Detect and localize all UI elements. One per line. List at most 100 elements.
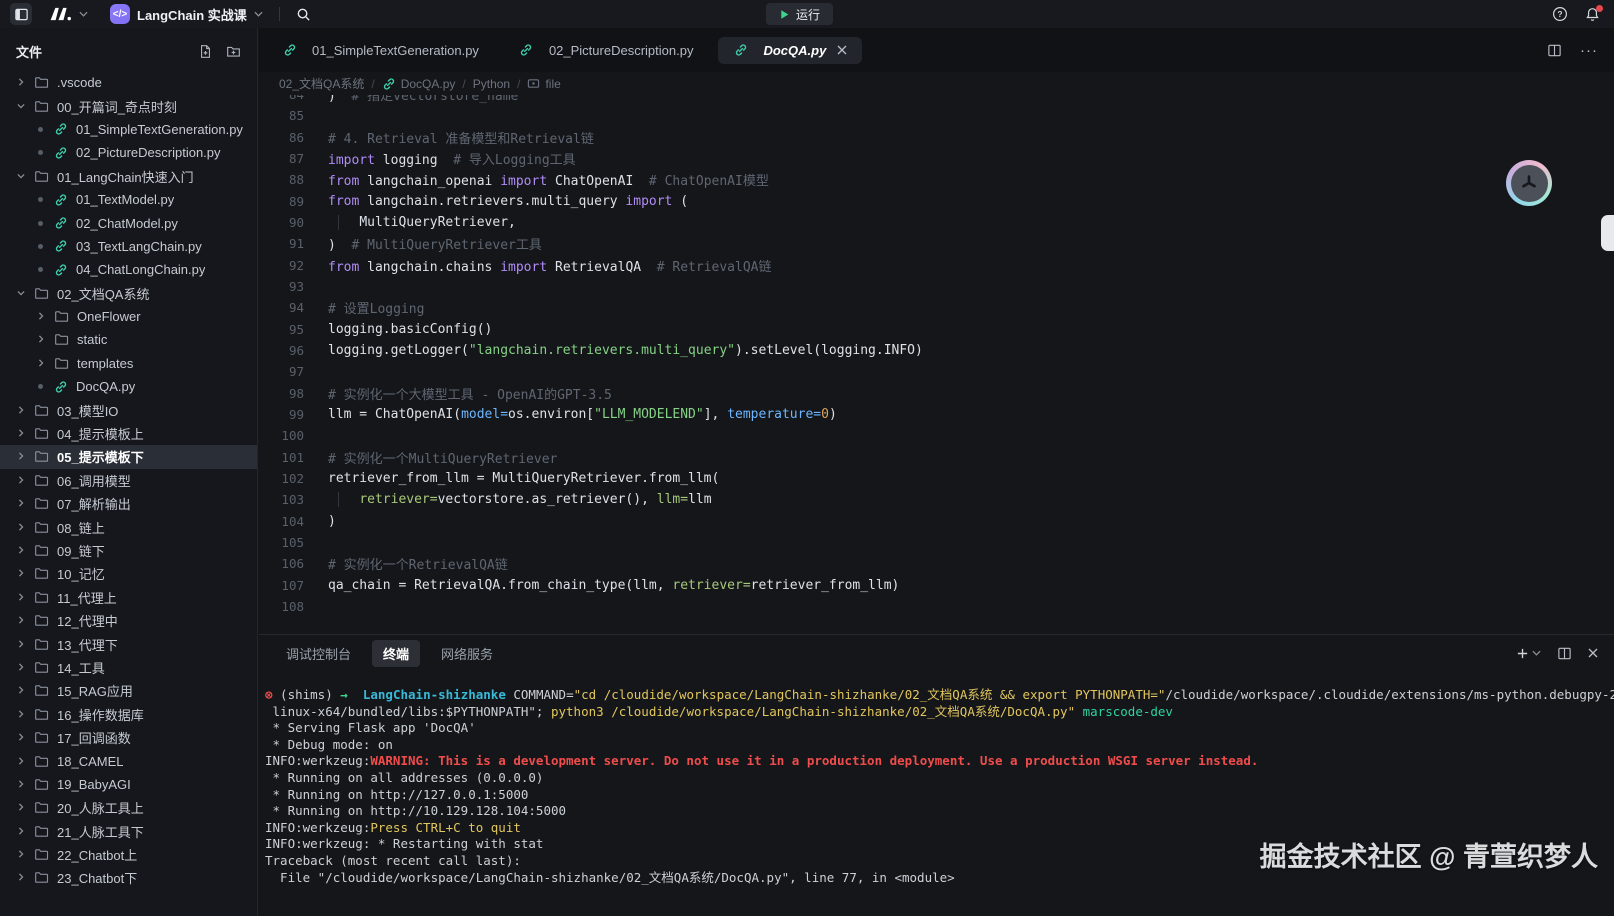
- chevron-right-icon[interactable]: [16, 405, 27, 416]
- new-folder-icon[interactable]: [226, 44, 241, 59]
- editor-scrollbar-handle[interactable]: [1601, 215, 1614, 251]
- chevron-right-icon[interactable]: [16, 522, 27, 533]
- chevron-right-icon[interactable]: [16, 475, 27, 486]
- tree-item[interactable]: 10_记忆: [0, 562, 257, 585]
- tree-item[interactable]: 00_开篇词_奇点时刻: [0, 94, 257, 117]
- tree-item[interactable]: 12_代理中: [0, 609, 257, 632]
- new-file-icon[interactable]: [198, 44, 213, 59]
- marscode-logo[interactable]: [48, 6, 88, 22]
- tree-item[interactable]: 09_链下: [0, 539, 257, 562]
- chevron-down-icon[interactable]: [16, 171, 27, 182]
- chevron-right-icon[interactable]: [16, 615, 27, 626]
- breadcrumb-item[interactable]: file: [527, 77, 560, 91]
- chevron-right-icon[interactable]: [16, 732, 27, 743]
- chevron-right-icon[interactable]: [16, 545, 27, 556]
- chevron-right-icon[interactable]: [16, 428, 27, 439]
- chevron-right-icon[interactable]: [16, 756, 27, 767]
- tree-item-label: 22_Chatbot上: [57, 845, 137, 864]
- tree-item[interactable]: OneFlower: [0, 305, 257, 328]
- breadcrumb-item[interactable]: 02_文档QA系统: [279, 75, 364, 92]
- tree-item[interactable]: 13_代理下: [0, 632, 257, 655]
- chevron-right-icon[interactable]: [16, 826, 27, 837]
- code-line: 105: [259, 532, 1614, 553]
- tree-item[interactable]: 02_ChatModel.py: [0, 211, 257, 234]
- tree-item[interactable]: 16_操作数据库: [0, 703, 257, 726]
- file-tree[interactable]: .vscode00_开篇词_奇点时刻01_SimpleTextGeneratio…: [0, 71, 257, 890]
- tree-item[interactable]: 19_BabyAGI: [0, 773, 257, 796]
- tree-item[interactable]: 20_人脉工具上: [0, 796, 257, 819]
- panel-tab[interactable]: 调试控制台: [275, 640, 362, 667]
- tree-item[interactable]: 04_ChatLongChain.py: [0, 258, 257, 281]
- chevron-right-icon[interactable]: [16, 77, 27, 88]
- terminal-output[interactable]: ⊗ (shims) → LangChain-shizhanke COMMAND=…: [259, 671, 1614, 916]
- tree-item[interactable]: 06_调用模型: [0, 469, 257, 492]
- tree-item[interactable]: 01_SimpleTextGeneration.py: [0, 118, 257, 141]
- close-panel-icon[interactable]: [1588, 648, 1598, 658]
- tree-item-label: 01_TextModel.py: [76, 192, 174, 207]
- tree-item[interactable]: 08_链上: [0, 515, 257, 538]
- more-actions-icon[interactable]: ···: [1580, 42, 1598, 59]
- notifications-button[interactable]: [1585, 7, 1600, 22]
- split-editor-icon[interactable]: [1547, 43, 1562, 58]
- new-terminal-button[interactable]: [1516, 647, 1541, 660]
- chevron-right-icon[interactable]: [16, 568, 27, 579]
- chevron-down-icon[interactable]: [16, 101, 27, 112]
- chevron-right-icon[interactable]: [16, 849, 27, 860]
- tree-item[interactable]: 17_回调函数: [0, 726, 257, 749]
- tree-item[interactable]: 14_工具: [0, 656, 257, 679]
- editor-tab[interactable]: DocQA.py: [718, 37, 862, 64]
- breadcrumb-item[interactable]: Python: [473, 77, 510, 91]
- tree-item[interactable]: 15_RAG应用: [0, 679, 257, 702]
- code-editor[interactable]: 84) # 指定vectorstore_name8586# 4. Retriev…: [259, 95, 1614, 634]
- chevron-right-icon[interactable]: [36, 334, 47, 345]
- project-switcher[interactable]: </> LangChain 实战课: [110, 4, 263, 24]
- tree-item[interactable]: 03_TextLangChain.py: [0, 235, 257, 258]
- editor-tab[interactable]: 01_SimpleTextGeneration.py: [267, 37, 494, 64]
- search-button[interactable]: [296, 7, 311, 22]
- tree-item[interactable]: .vscode: [0, 71, 257, 94]
- breadcrumb-item[interactable]: DocQA.py: [382, 77, 456, 91]
- tree-item[interactable]: 18_CAMEL: [0, 749, 257, 772]
- chevron-down-icon[interactable]: [16, 288, 27, 299]
- tree-item[interactable]: templates: [0, 352, 257, 375]
- tree-item[interactable]: 05_提示模板下: [0, 445, 257, 468]
- chevron-right-icon[interactable]: [16, 662, 27, 673]
- chevron-right-icon[interactable]: [16, 685, 27, 696]
- panel-tab[interactable]: 网络服务: [430, 640, 504, 667]
- chevron-right-icon[interactable]: [36, 358, 47, 369]
- tree-item[interactable]: 23_Chatbot下: [0, 866, 257, 889]
- tree-item[interactable]: 01_LangChain快速入门: [0, 165, 257, 188]
- chevron-right-icon[interactable]: [16, 592, 27, 603]
- editor-tab[interactable]: 02_PictureDescription.py: [504, 37, 709, 64]
- tree-item[interactable]: 21_人脉工具下: [0, 820, 257, 843]
- split-panel-icon[interactable]: [1557, 646, 1572, 661]
- chevron-right-icon[interactable]: [16, 709, 27, 720]
- tree-item[interactable]: 22_Chatbot上: [0, 843, 257, 866]
- panel-tab[interactable]: 终端: [372, 640, 420, 667]
- ai-assistant-button[interactable]: [1506, 160, 1552, 206]
- chevron-right-icon[interactable]: [16, 872, 27, 883]
- chevron-right-icon[interactable]: [16, 802, 27, 813]
- chevron-right-icon[interactable]: [16, 451, 27, 462]
- chevron-right-icon[interactable]: [16, 498, 27, 509]
- tree-item[interactable]: static: [0, 328, 257, 351]
- tree-item[interactable]: 11_代理上: [0, 586, 257, 609]
- tree-item[interactable]: 02_文档QA系统: [0, 282, 257, 305]
- help-button[interactable]: ?: [1552, 6, 1568, 22]
- chevron-right-icon[interactable]: [16, 779, 27, 790]
- tree-item[interactable]: 04_提示模板上: [0, 422, 257, 445]
- chevron-right-icon[interactable]: [36, 311, 47, 322]
- run-button[interactable]: 运行: [766, 3, 833, 25]
- chevron-right-icon[interactable]: [16, 639, 27, 650]
- tree-item[interactable]: 07_解析输出: [0, 492, 257, 515]
- line-number: 92: [259, 258, 304, 273]
- tree-item[interactable]: 03_模型IO: [0, 398, 257, 421]
- close-icon[interactable]: [837, 45, 847, 55]
- layout-toggle-button[interactable]: [10, 3, 32, 25]
- tree-item[interactable]: 02_PictureDescription.py: [0, 141, 257, 164]
- tree-item[interactable]: DocQA.py: [0, 375, 257, 398]
- tree-item[interactable]: 01_TextModel.py: [0, 188, 257, 211]
- tree-item-label: 08_链上: [57, 518, 105, 537]
- python-file-icon: [53, 122, 68, 137]
- code-line: 102retriever_from_llm = MultiQueryRetrie…: [259, 468, 1614, 489]
